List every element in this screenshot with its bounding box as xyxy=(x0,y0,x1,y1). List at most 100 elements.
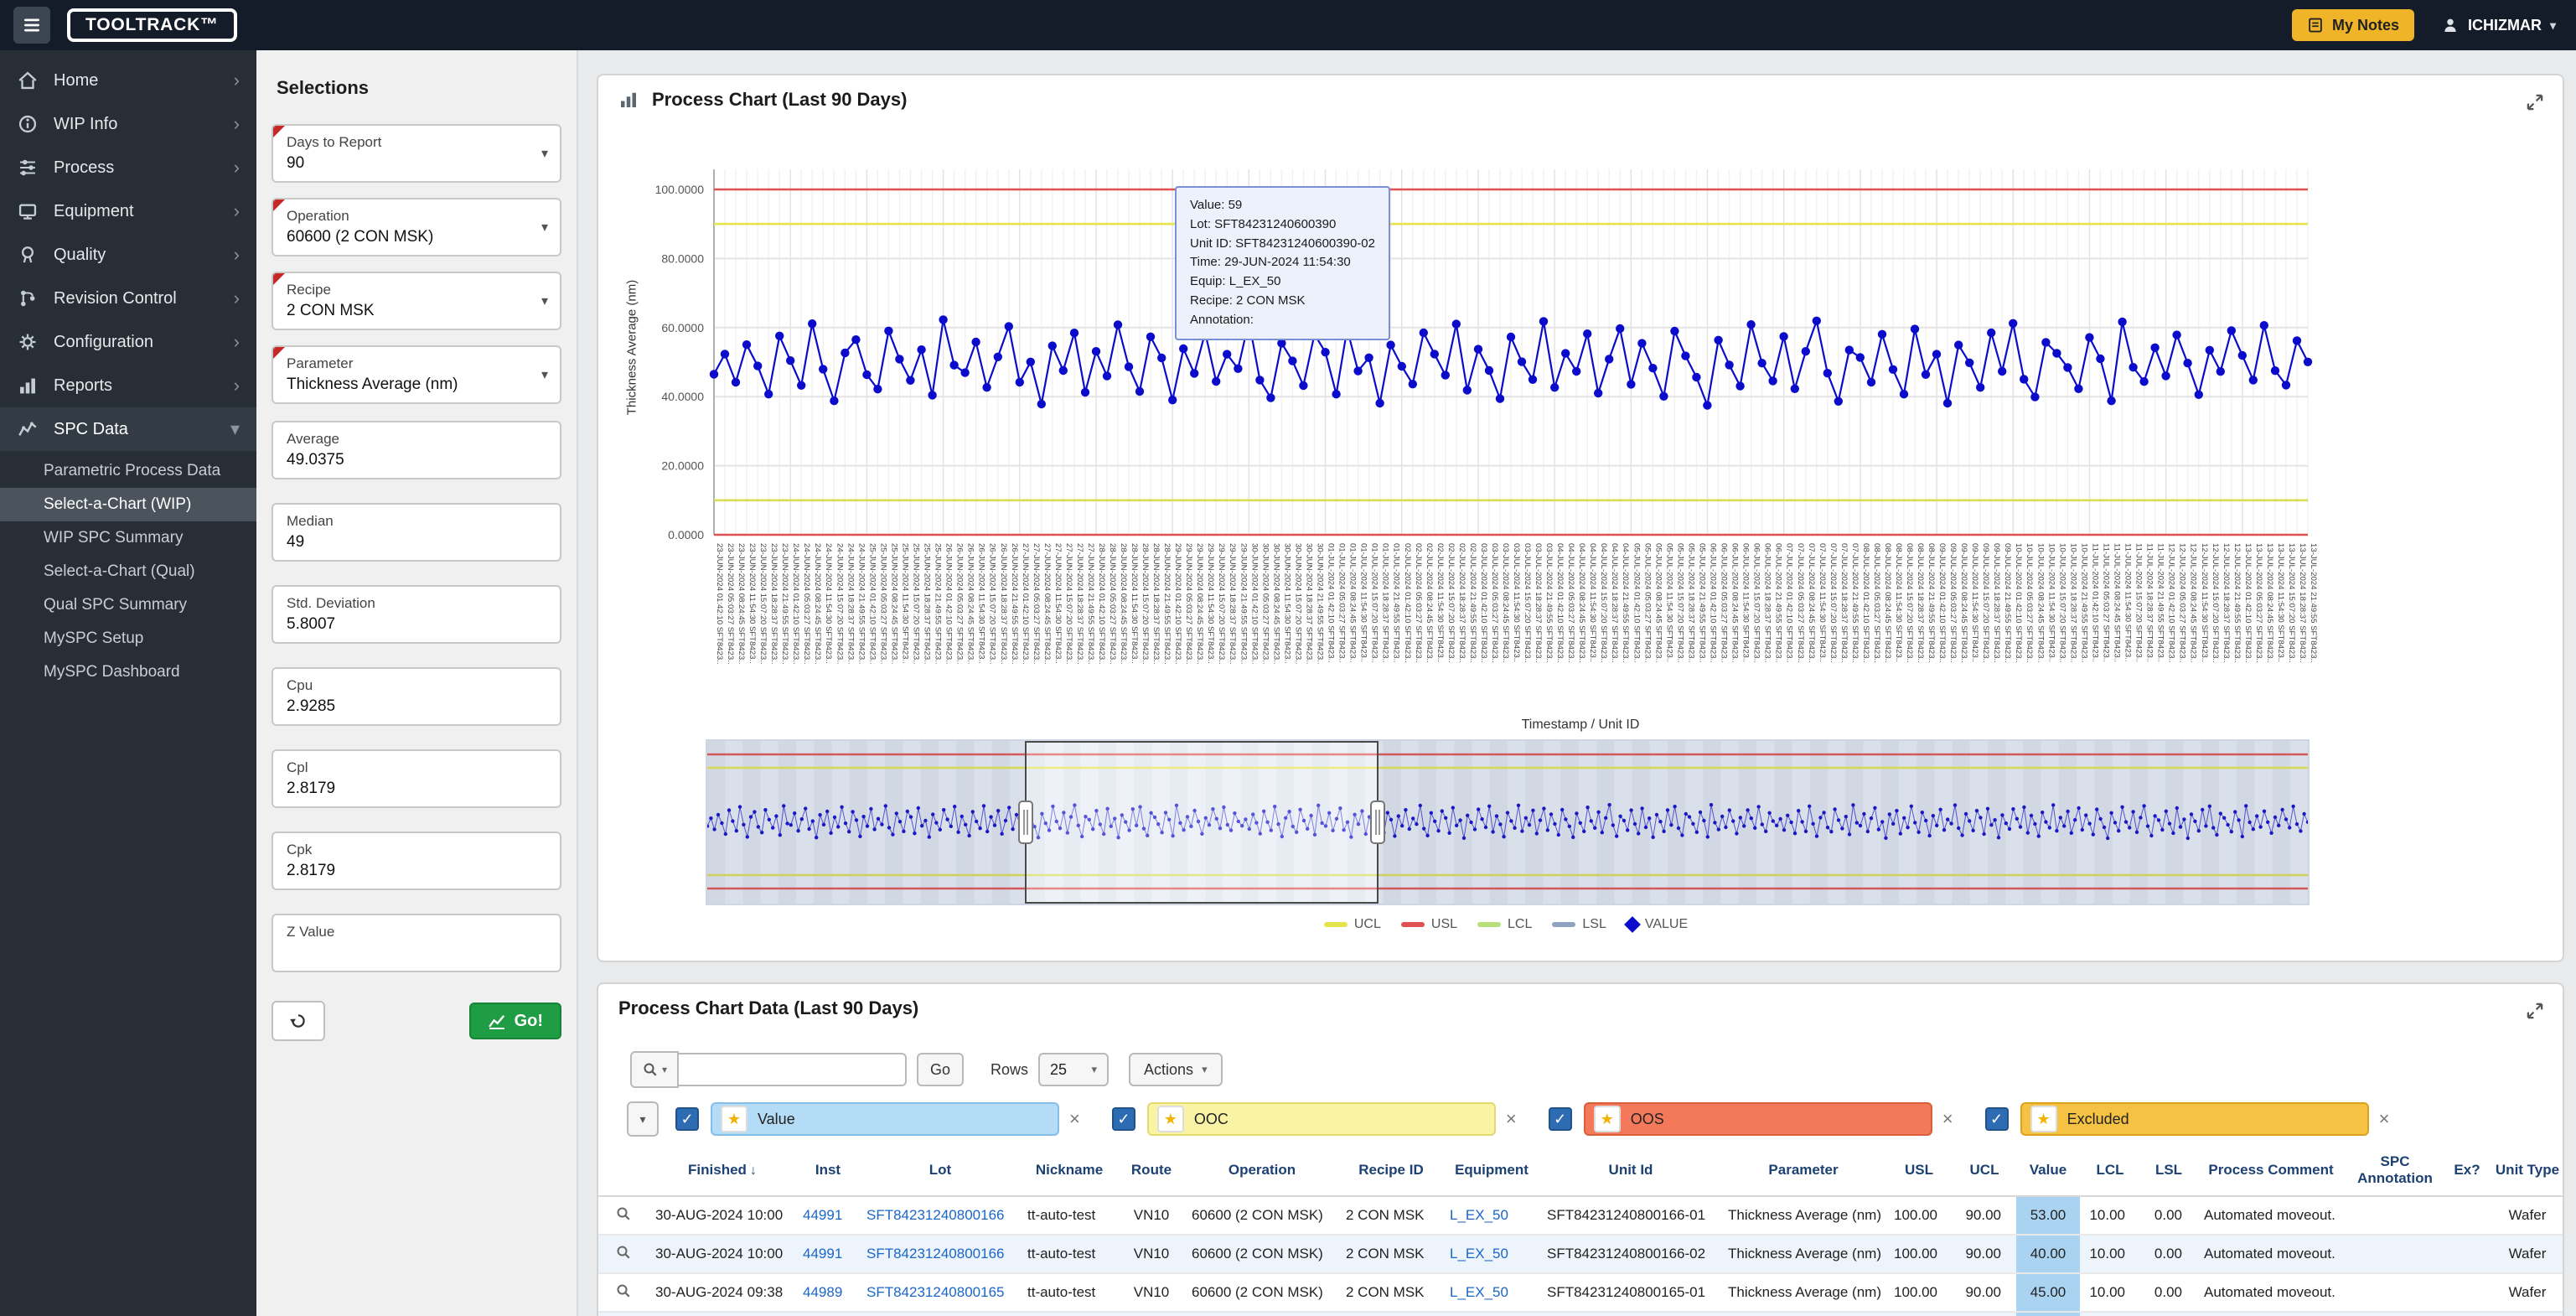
cell-equipment[interactable]: L_EX_50 xyxy=(1443,1235,1540,1273)
filter-chip-excluded[interactable]: ★Excluded xyxy=(2020,1102,2369,1136)
cell-lot[interactable]: SFT84231240800166 xyxy=(860,1196,1021,1235)
column-header-finished[interactable]: Finished↓ xyxy=(649,1145,796,1196)
sidebar-subitem-myspc-setup[interactable]: MySPC Setup xyxy=(0,622,256,655)
sidebar-item-spc-data[interactable]: SPC Data▾ xyxy=(0,407,256,451)
select-field-recipe[interactable]: Recipe2 CON MSK▾ xyxy=(272,272,561,330)
row-detail-icon[interactable] xyxy=(598,1312,649,1316)
column-header-unit-type[interactable]: Unit Type xyxy=(2489,1145,2564,1196)
column-header-usl[interactable]: USL xyxy=(1885,1145,1953,1196)
user-menu[interactable]: ICHIZMAR ▾ xyxy=(2441,16,2556,34)
column-header-equipment[interactable]: Equipment xyxy=(1443,1145,1540,1196)
navigator-handle[interactable] xyxy=(1371,801,1384,843)
cell-lot[interactable]: SFT84231240800165 xyxy=(860,1312,1021,1316)
sidebar-item-reports[interactable]: Reports› xyxy=(0,364,256,407)
legend-item-lcl[interactable]: LCL xyxy=(1477,917,1532,932)
cell-equipment[interactable]: L_EX_50 xyxy=(1443,1312,1540,1316)
column-header-nickname[interactable]: Nickname xyxy=(1021,1145,1118,1196)
row-detail-icon[interactable] xyxy=(598,1273,649,1312)
table-row[interactable]: 30-AUG-2024 10:0044991SFT84231240800166t… xyxy=(598,1235,2564,1273)
legend-item-lsl[interactable]: LSL xyxy=(1552,917,1606,932)
row-detail-icon[interactable] xyxy=(598,1235,649,1273)
remove-filter-icon[interactable]: × xyxy=(2379,1108,2390,1130)
select-field-operation[interactable]: Operation60600 (2 CON MSK)▾ xyxy=(272,198,561,256)
reset-button[interactable] xyxy=(272,1001,325,1041)
cell-equipment[interactable]: L_EX_50 xyxy=(1443,1196,1540,1235)
sidebar-item-home[interactable]: Home› xyxy=(0,59,256,102)
cell-inst[interactable]: 44991 xyxy=(796,1196,860,1235)
cell-lot[interactable]: SFT84231240800165 xyxy=(860,1273,1021,1312)
sidebar-subitem-myspc-dashboard[interactable]: MySPC Dashboard xyxy=(0,655,256,689)
field-value: Thickness Average (nm) xyxy=(287,376,546,394)
select-field-days-to-report[interactable]: Days to Report90▾ xyxy=(272,124,561,183)
column-header-spc-annotation[interactable]: SPC Annotation xyxy=(2345,1145,2445,1196)
row-detail-icon[interactable] xyxy=(598,1196,649,1235)
process-chart[interactable]: 0.000020.000040.000060.000080.0000100.00… xyxy=(598,126,2564,716)
column-header-lcl[interactable]: LCL xyxy=(2080,1145,2140,1196)
select-field-parameter[interactable]: ParameterThickness Average (nm)▾ xyxy=(272,345,561,404)
expand-icon[interactable] xyxy=(2524,997,2546,1028)
svg-text:30-JUN-2024 15:07:20 SFT8423..: 30-JUN-2024 15:07:20 SFT8423.. xyxy=(1293,543,1302,665)
chart-navigator[interactable] xyxy=(706,739,2310,905)
navigator-window[interactable] xyxy=(1026,742,1378,903)
legend-item-value[interactable]: VALUE xyxy=(1627,917,1688,932)
column-header-route[interactable]: Route xyxy=(1118,1145,1185,1196)
remove-filter-icon[interactable]: × xyxy=(1069,1108,1080,1130)
sidebar-subitem-select-a-chart-wip[interactable]: Select-a-Chart (WIP) xyxy=(0,488,256,521)
sidebar-item-quality[interactable]: Quality› xyxy=(0,233,256,277)
column-header-operation[interactable]: Operation xyxy=(1185,1145,1339,1196)
search-go-button[interactable]: Go xyxy=(917,1053,964,1086)
column-header-lsl[interactable]: LSL xyxy=(2140,1145,2197,1196)
sidebar-subitem-qual-spc-summary[interactable]: Qual SPC Summary xyxy=(0,588,256,622)
search-options-button[interactable]: ▾ xyxy=(630,1051,679,1088)
cell-inst[interactable]: 44989 xyxy=(796,1312,860,1316)
filter-chip-ooc[interactable]: ★OOC xyxy=(1147,1102,1496,1136)
column-header-value[interactable]: Value xyxy=(2016,1145,2080,1196)
sidebar-item-process[interactable]: Process› xyxy=(0,146,256,189)
legend-item-ucl[interactable]: UCL xyxy=(1324,917,1381,932)
filter-chip-oos[interactable]: ★OOS xyxy=(1584,1102,1932,1136)
sidebar-subitem-select-a-chart-qual[interactable]: Select-a-Chart (Qual) xyxy=(0,555,256,588)
sidebar-item-equipment[interactable]: Equipment› xyxy=(0,189,256,233)
navigator-handle[interactable] xyxy=(1019,801,1032,843)
filter-checkbox[interactable]: ✓ xyxy=(675,1107,699,1131)
filter-checkbox[interactable]: ✓ xyxy=(1549,1107,1572,1131)
cell-inst[interactable]: 44991 xyxy=(796,1235,860,1273)
go-button[interactable]: Go! xyxy=(469,1003,561,1039)
column-header-recipe-id[interactable]: Recipe ID xyxy=(1339,1145,1443,1196)
expand-icon[interactable] xyxy=(2524,89,2546,120)
cell-equipment[interactable]: L_EX_50 xyxy=(1443,1273,1540,1312)
svg-text:08-JUL-2024 05:03:27 SFT8423..: 08-JUL-2024 05:03:27 SFT8423.. xyxy=(1872,543,1881,663)
filter-chip-value[interactable]: ★Value xyxy=(711,1102,1059,1136)
legend-item-usl[interactable]: USL xyxy=(1401,917,1457,932)
cell-inst[interactable]: 44989 xyxy=(796,1273,860,1312)
hamburger-icon xyxy=(22,15,42,35)
table-row[interactable]: 30-AUG-2024 10:0044991SFT84231240800166t… xyxy=(598,1196,2564,1235)
filter-dropdown-button[interactable]: ▾ xyxy=(627,1101,659,1137)
menu-toggle-button[interactable] xyxy=(13,7,50,44)
sidebar-item-configuration[interactable]: Configuration› xyxy=(0,320,256,364)
column-header-unit-id[interactable]: Unit Id xyxy=(1540,1145,1721,1196)
column-header-ex[interactable]: Ex? xyxy=(2445,1145,2489,1196)
my-notes-button[interactable]: My Notes xyxy=(2292,9,2414,41)
column-header-ucl[interactable]: UCL xyxy=(1953,1145,2016,1196)
column-header-lot[interactable]: Lot xyxy=(860,1145,1021,1196)
filter-checkbox[interactable]: ✓ xyxy=(1985,1107,2009,1131)
filter-checkbox[interactable]: ✓ xyxy=(1112,1107,1135,1131)
svg-text:30-JUN-2024 05:03:27 SFT8423..: 30-JUN-2024 05:03:27 SFT8423.. xyxy=(1260,543,1270,665)
remove-filter-icon[interactable]: × xyxy=(1506,1108,1517,1130)
column-header-parameter[interactable]: Parameter xyxy=(1721,1145,1885,1196)
remove-filter-icon[interactable]: × xyxy=(1942,1108,1953,1130)
column-header-process-comment[interactable]: Process Comment xyxy=(2197,1145,2345,1196)
actions-button[interactable]: Actions ▾ xyxy=(1129,1053,1223,1086)
sidebar-item-wip-info[interactable]: WIP Info› xyxy=(0,102,256,146)
sidebar-subitem-wip-spc-summary[interactable]: WIP SPC Summary xyxy=(0,521,256,555)
app-logo[interactable]: TOOLTRACK™ xyxy=(67,8,237,42)
table-row[interactable]: 30-AUG-2024 09:3844989SFT84231240800165t… xyxy=(598,1312,2564,1316)
rows-select[interactable]: 25 ▾ xyxy=(1038,1053,1109,1086)
sidebar-subitem-parametric-process-data[interactable]: Parametric Process Data xyxy=(0,454,256,488)
cell-lot[interactable]: SFT84231240800166 xyxy=(860,1235,1021,1273)
column-header-inst[interactable]: Inst xyxy=(796,1145,860,1196)
table-row[interactable]: 30-AUG-2024 09:3844989SFT84231240800165t… xyxy=(598,1273,2564,1312)
sidebar-item-revision-control[interactable]: Revision Control› xyxy=(0,277,256,320)
search-input[interactable] xyxy=(679,1053,907,1086)
